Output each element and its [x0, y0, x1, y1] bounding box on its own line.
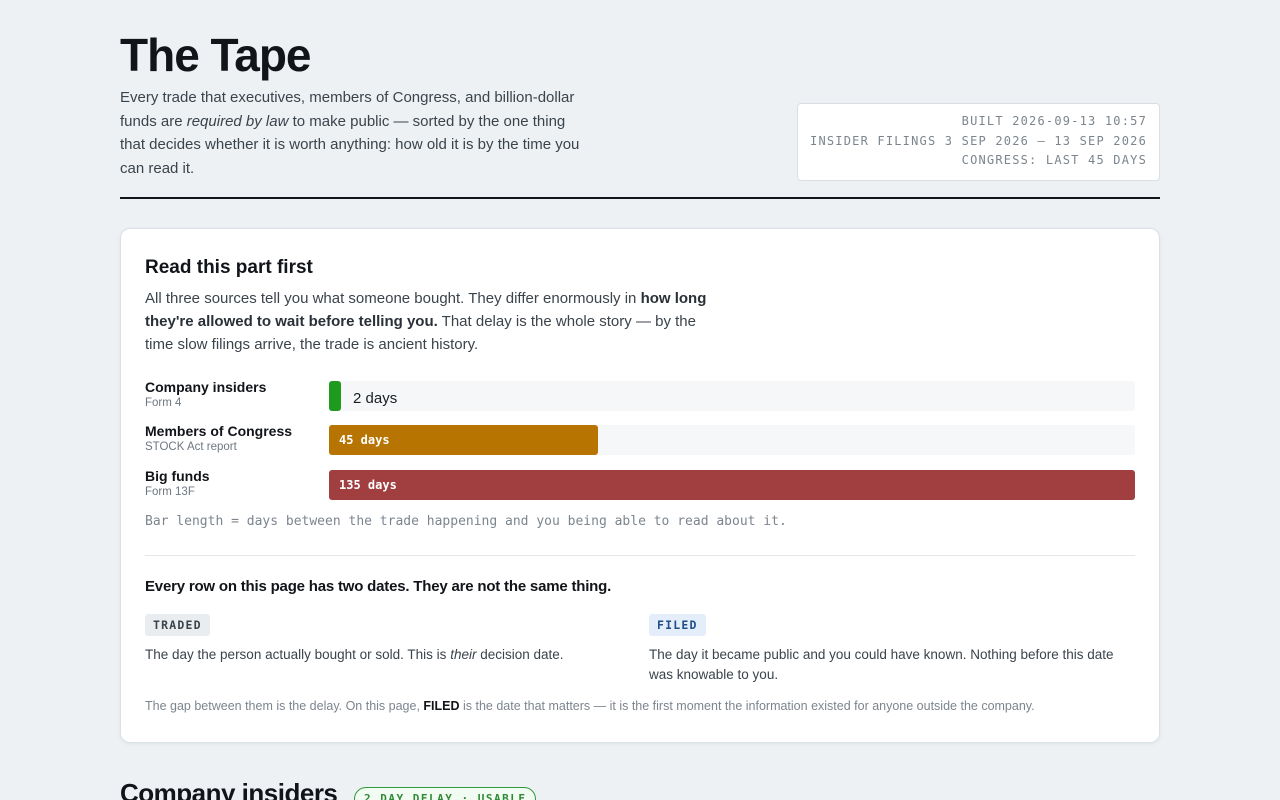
delay-track: 135 days	[329, 470, 1135, 500]
delay-source: Big funds Form 13F	[145, 468, 325, 500]
traded-column: TRADED The day the person actually bough…	[145, 614, 625, 665]
header-rule	[120, 197, 1160, 199]
built-timestamp: BUILT 2026-09-13 10:57	[961, 114, 1147, 128]
delay-source-form: Form 4	[145, 397, 182, 409]
section-title-insiders: Company insiders	[120, 778, 338, 800]
gap-text: The gap between them is the delay. On th…	[145, 699, 424, 713]
filed-tag: FILED	[649, 614, 706, 636]
traded-tag: TRADED	[145, 614, 210, 636]
gap-text-end: is the date that matters — it is the fir…	[459, 699, 1035, 713]
delay-bar-label: 45 days	[339, 433, 390, 447]
filed-column: FILED The day it became public and you c…	[649, 614, 1129, 685]
page-title: The Tape	[120, 29, 312, 81]
delay-row: Big funds Form 13F 135 days	[145, 468, 1135, 500]
traded-desc-emphasis: their	[450, 647, 477, 662]
page-intro: Every trade that executives, members of …	[120, 86, 590, 180]
delay-bar: 45 days	[329, 425, 598, 455]
delay-row: Company insiders Form 4 2 days	[145, 379, 1135, 411]
delay-row: Members of Congress STOCK Act report 45 da…	[145, 423, 1135, 455]
gap-bold: FILED	[423, 699, 460, 713]
traded-desc-text: The day the person actually bought or so…	[145, 647, 451, 662]
delay-bar-label: 135 days	[339, 478, 397, 492]
intro-emphasis: required by law	[186, 112, 289, 130]
divider	[145, 555, 1135, 556]
bar-note: Bar length = days between the trade happ…	[145, 514, 787, 529]
card-lead: All three sources tell you what someone …	[145, 287, 725, 356]
delay-source-form: STOCK Act report	[145, 441, 237, 453]
delay-bar: 135 days	[329, 470, 1135, 500]
delay-status-badge: 2 DAY DELAY · USABLE	[354, 787, 537, 800]
build-meta-box: BUILT 2026-09-13 10:57 INSIDER FILINGS 3…	[797, 103, 1160, 181]
delay-source: Members of Congress STOCK Act report	[145, 423, 325, 455]
delay-source-form: Form 13F	[145, 486, 195, 498]
delay-source-name: Company insiders	[145, 379, 267, 395]
delay-track: 45 days	[329, 425, 1135, 455]
dates-title: Every row on this page has two dates. Th…	[145, 578, 612, 595]
delay-source-name: Big funds	[145, 468, 210, 484]
delay-source: Company insiders Form 4	[145, 379, 325, 411]
traded-desc-end: decision date.	[476, 647, 564, 662]
delay-track: 2 days	[329, 381, 1135, 411]
delay-bar	[329, 381, 341, 411]
delay-source-name: Members of Congress	[145, 423, 293, 439]
read-first-card: Read this part first All three sources t…	[120, 228, 1160, 743]
lead-text: All three sources tell you what someone …	[145, 290, 641, 307]
card-title: Read this part first	[145, 257, 313, 278]
insider-filings-range: INSIDER FILINGS 3 SEP 2026 – 13 SEP 2026	[810, 133, 1147, 148]
delay-bar-label-outside: 2 days	[353, 390, 398, 407]
filed-description: The day it became public and you could h…	[649, 647, 1114, 682]
gap-note: The gap between them is the delay. On th…	[145, 699, 1035, 713]
traded-description: The day the person actually bought or so…	[145, 645, 625, 665]
congress-range: CONGRESS: LAST 45 DAYS	[961, 153, 1147, 167]
